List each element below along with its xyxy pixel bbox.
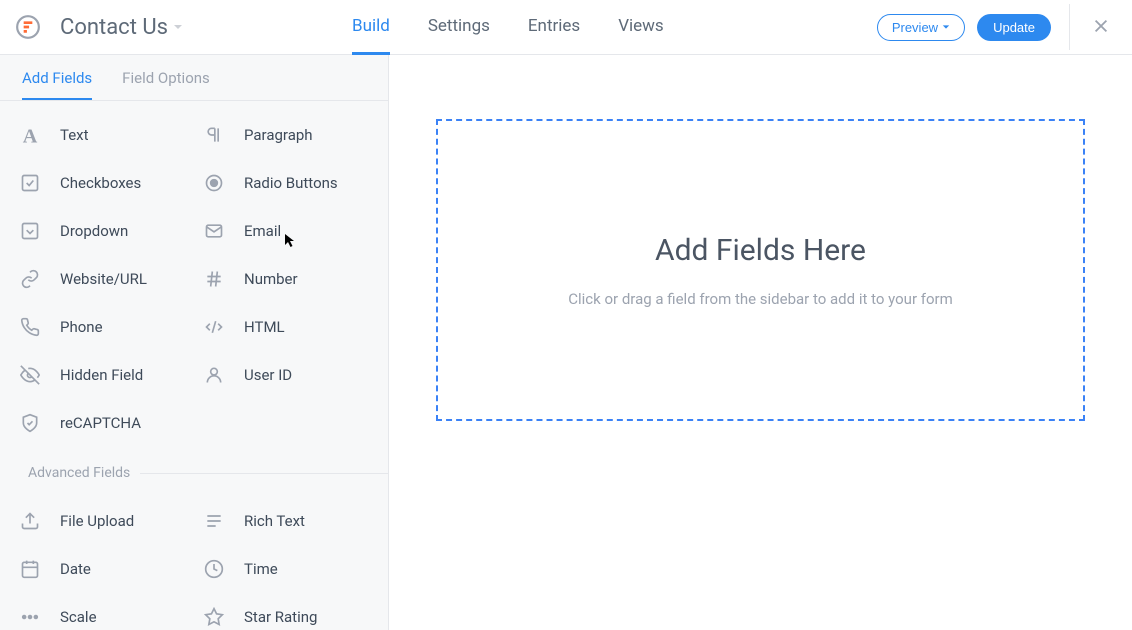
tab-views[interactable]: Views xyxy=(618,0,664,55)
field-label: Paragraph xyxy=(244,126,313,144)
preview-button[interactable]: Preview xyxy=(877,14,965,41)
field-url[interactable]: Website/URL xyxy=(10,255,194,303)
field-label: Number xyxy=(244,270,298,288)
dropzone-title: Add Fields Here xyxy=(655,233,866,268)
number-icon xyxy=(202,267,226,291)
field-number[interactable]: Number xyxy=(194,255,378,303)
user-icon xyxy=(202,363,226,387)
chevron-down-icon xyxy=(172,21,184,33)
form-canvas: Add Fields Here Click or drag a field fr… xyxy=(389,55,1132,630)
url-icon xyxy=(18,267,42,291)
field-hidden[interactable]: Hidden Field xyxy=(10,351,194,399)
field-recaptcha[interactable]: reCAPTCHA xyxy=(10,399,194,447)
field-label: Scale xyxy=(60,608,97,626)
field-richtext[interactable]: Rich Text xyxy=(194,497,378,545)
star-icon xyxy=(202,605,226,629)
chevron-down-icon xyxy=(942,23,950,31)
email-icon xyxy=(202,219,226,243)
tab-build[interactable]: Build xyxy=(352,0,390,55)
close-icon[interactable] xyxy=(1092,17,1112,37)
app-logo-icon[interactable] xyxy=(14,13,42,41)
phone-icon xyxy=(18,315,42,339)
basic-fields-grid: A Text Paragraph Checkboxes Radio Buttons Dro… xyxy=(0,101,388,447)
field-date[interactable]: Date xyxy=(10,545,194,593)
field-label: HTML xyxy=(244,318,285,336)
field-label: Rich Text xyxy=(244,512,305,530)
divider-line xyxy=(140,473,388,474)
advanced-fields-grid: File Upload Rich Text Date Time Scale Star Ra… xyxy=(0,487,388,630)
field-upload[interactable]: File Upload xyxy=(10,497,194,545)
main-nav-tabs: Build Settings Entries Views xyxy=(352,0,664,55)
field-label: Star Rating xyxy=(244,608,317,626)
field-label: User ID xyxy=(244,366,292,384)
dropdown-icon xyxy=(18,219,42,243)
field-email[interactable]: Email xyxy=(194,207,378,255)
field-html[interactable]: HTML xyxy=(194,303,378,351)
dropzone[interactable]: Add Fields Here Click or drag a field fr… xyxy=(436,119,1085,421)
field-label: Phone xyxy=(60,318,103,336)
field-label: Email xyxy=(244,222,281,240)
text-icon: A xyxy=(18,123,42,147)
header: Contact Us Build Settings Entries Views … xyxy=(0,0,1132,55)
scale-icon xyxy=(18,605,42,629)
checkbox-icon xyxy=(18,171,42,195)
field-label: Checkboxes xyxy=(60,174,141,192)
field-label: Date xyxy=(60,560,91,578)
field-phone[interactable]: Phone xyxy=(10,303,194,351)
field-label: File Upload xyxy=(60,512,134,530)
html-icon xyxy=(202,315,226,339)
field-time[interactable]: Time xyxy=(194,545,378,593)
field-label: Text xyxy=(60,126,89,144)
field-label: Radio Buttons xyxy=(244,174,338,192)
form-title-text: Contact Us xyxy=(60,15,168,40)
recaptcha-icon xyxy=(18,411,42,435)
field-label: reCAPTCHA xyxy=(60,414,141,432)
radio-icon xyxy=(202,171,226,195)
hidden-icon xyxy=(18,363,42,387)
field-text[interactable]: A Text xyxy=(10,111,194,159)
update-button[interactable]: Update xyxy=(977,14,1051,41)
field-radio[interactable]: Radio Buttons xyxy=(194,159,378,207)
advanced-fields-divider: Advanced Fields xyxy=(0,447,388,487)
preview-label: Preview xyxy=(892,20,938,35)
advanced-fields-label: Advanced Fields xyxy=(28,465,140,481)
field-checkbox[interactable]: Checkboxes xyxy=(10,159,194,207)
field-star[interactable]: Star Rating xyxy=(194,593,378,630)
dropzone-subtitle: Click or drag a field from the sidebar t… xyxy=(568,290,953,308)
sidebar: Add Fields Field Options A Text Paragraph C… xyxy=(0,55,389,630)
richtext-icon xyxy=(202,509,226,533)
field-scale[interactable]: Scale xyxy=(10,593,194,630)
field-label: Dropdown xyxy=(60,222,128,240)
field-label: Website/URL xyxy=(60,270,147,288)
tab-entries[interactable]: Entries xyxy=(528,0,580,55)
divider xyxy=(1069,4,1070,50)
upload-icon xyxy=(18,509,42,533)
form-title-dropdown[interactable]: Contact Us xyxy=(60,15,184,40)
sidebar-tab-add-fields[interactable]: Add Fields xyxy=(22,55,92,100)
svg-text:A: A xyxy=(23,125,38,146)
paragraph-icon xyxy=(202,123,226,147)
field-dropdown[interactable]: Dropdown xyxy=(10,207,194,255)
field-label: Time xyxy=(244,560,278,578)
tab-settings[interactable]: Settings xyxy=(428,0,490,55)
field-user[interactable]: User ID xyxy=(194,351,378,399)
date-icon xyxy=(18,557,42,581)
field-paragraph[interactable]: Paragraph xyxy=(194,111,378,159)
sidebar-tab-field-options[interactable]: Field Options xyxy=(122,55,210,100)
time-icon xyxy=(202,557,226,581)
field-label: Hidden Field xyxy=(60,366,143,384)
sidebar-tabs: Add Fields Field Options xyxy=(0,55,388,101)
